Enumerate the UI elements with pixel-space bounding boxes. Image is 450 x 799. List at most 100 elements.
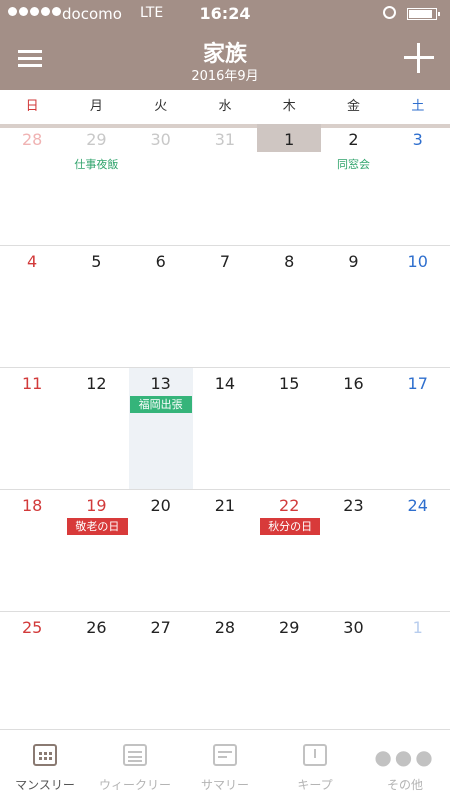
day-cell[interactable]: 23: [321, 490, 385, 611]
day-cell[interactable]: 30: [321, 612, 385, 733]
day-number: 5: [91, 252, 102, 271]
day-cell[interactable]: 1: [386, 612, 450, 733]
day-cell[interactable]: 4: [0, 246, 64, 367]
day-number: 12: [86, 374, 107, 393]
weekday-wednesday: 水: [218, 99, 232, 114]
day-cell[interactable]: 27: [129, 612, 193, 733]
day-cell[interactable]: 10: [386, 246, 450, 367]
day-cell[interactable]: 2 同窓会: [321, 124, 385, 245]
day-cell[interactable]: 24: [386, 490, 450, 611]
calendar-title[interactable]: 家族: [0, 36, 450, 68]
week-row: 11 12 13 福岡出張 14 15 16 17: [0, 368, 450, 490]
day-number: 18: [21, 496, 43, 515]
day-number: 31: [214, 130, 236, 149]
event-label[interactable]: 同窓会: [323, 156, 383, 172]
day-number: 7: [219, 252, 231, 271]
day-number: 27: [150, 618, 171, 637]
day-cell[interactable]: 9: [321, 246, 385, 367]
day-cell[interactable]: 25: [0, 612, 64, 733]
day-cell[interactable]: 11: [0, 368, 64, 489]
day-cell[interactable]: 8: [257, 246, 321, 367]
day-cell[interactable]: 30: [129, 124, 193, 245]
week-row: 4 5 6 7 8 9 10: [0, 246, 450, 368]
day-cell[interactable]: 31: [193, 124, 257, 245]
day-cell[interactable]: 20: [129, 490, 193, 611]
weekday-sunday: 日: [25, 99, 39, 114]
day-cell[interactable]: 15: [257, 368, 321, 489]
tab-summary[interactable]: サマリー: [180, 730, 270, 799]
day-number: 15: [279, 374, 300, 393]
holiday-label[interactable]: 敬老の日: [67, 518, 128, 535]
tab-keep[interactable]: キープ: [270, 730, 360, 799]
tab-label: サマリー: [200, 778, 249, 792]
day-number: 22: [279, 496, 300, 515]
weekday-monday: 月: [89, 99, 103, 114]
day-cell[interactable]: 29: [257, 612, 321, 733]
day-number: 9: [348, 252, 359, 271]
day-number: 21: [214, 496, 236, 515]
day-cell[interactable]: 18: [0, 490, 64, 611]
download-icon: [303, 744, 327, 766]
day-number: 30: [343, 618, 364, 637]
day-cell[interactable]: 3: [386, 124, 450, 245]
day-number: 16: [343, 374, 364, 393]
week-row: 28 29 仕事夜飯 30 31 1 2 同窓会 3: [0, 124, 450, 246]
rotation-lock-icon: [383, 6, 396, 19]
day-number: 14: [214, 374, 236, 393]
tab-label: マンスリー: [15, 778, 75, 792]
battery-icon: [407, 8, 440, 20]
tab-monthly[interactable]: マンスリー: [0, 730, 90, 799]
day-cell[interactable]: 19 敬老の日: [64, 490, 128, 611]
day-number: 13: [150, 374, 171, 393]
summary-icon: [213, 744, 237, 766]
day-cell[interactable]: 5: [64, 246, 128, 367]
day-cell[interactable]: 7: [193, 246, 257, 367]
day-cell[interactable]: 29 仕事夜飯: [64, 124, 128, 245]
tab-more[interactable]: ●●● その他: [360, 730, 450, 799]
event-label[interactable]: 仕事夜飯: [66, 156, 126, 172]
day-number: 2: [348, 130, 359, 149]
weekday-thursday: 木: [282, 99, 296, 114]
day-number: 17: [407, 374, 428, 393]
day-cell[interactable]: 6: [129, 246, 193, 367]
week-row: 25 26 27 28 29 30 1: [0, 612, 450, 734]
day-cell-selected[interactable]: 13 福岡出張: [128, 368, 193, 489]
day-number: 11: [21, 374, 43, 393]
day-cell-today[interactable]: 1: [257, 124, 322, 245]
day-number: 26: [86, 618, 107, 637]
day-cell[interactable]: 28: [193, 612, 257, 733]
day-number: 8: [284, 252, 295, 271]
holiday-label[interactable]: 秋分の日: [260, 518, 321, 535]
more-icon: ●●●: [374, 745, 436, 769]
day-number: 24: [407, 496, 428, 515]
day-cell[interactable]: 14: [193, 368, 257, 489]
day-number: 25: [21, 618, 43, 637]
day-cell[interactable]: 22 秋分の日: [257, 490, 321, 611]
day-cell[interactable]: 21: [193, 490, 257, 611]
day-number: 20: [150, 496, 171, 515]
event-label[interactable]: 福岡出張: [129, 396, 192, 413]
day-cell[interactable]: 17: [386, 368, 450, 489]
list-calendar-icon: [123, 744, 147, 766]
add-event-button[interactable]: [404, 43, 434, 73]
day-cell[interactable]: 16: [321, 368, 385, 489]
tab-weekly[interactable]: ウィークリー: [90, 730, 180, 799]
header: 家族 2016年9月: [0, 28, 450, 90]
day-number: 1: [412, 618, 423, 637]
status-bar: docomo LTE 16:24: [0, 0, 450, 28]
day-number: 30: [150, 130, 171, 149]
weekday-tuesday: 火: [154, 99, 168, 114]
tab-label: ウィークリー: [98, 778, 171, 792]
month-label: 2016年9月: [191, 69, 259, 84]
day-cell[interactable]: 12: [64, 368, 128, 489]
day-number: 28: [214, 618, 236, 637]
day-number: 10: [407, 252, 428, 271]
tab-label: その他: [386, 778, 423, 792]
day-cell[interactable]: 26: [64, 612, 128, 733]
day-number: 6: [155, 252, 166, 271]
day-number: 4: [27, 252, 38, 271]
weekday-saturday: 土: [411, 99, 425, 114]
day-cell[interactable]: 28: [0, 124, 64, 245]
calendar-icon: [33, 744, 57, 766]
day-number: 29: [279, 618, 300, 637]
